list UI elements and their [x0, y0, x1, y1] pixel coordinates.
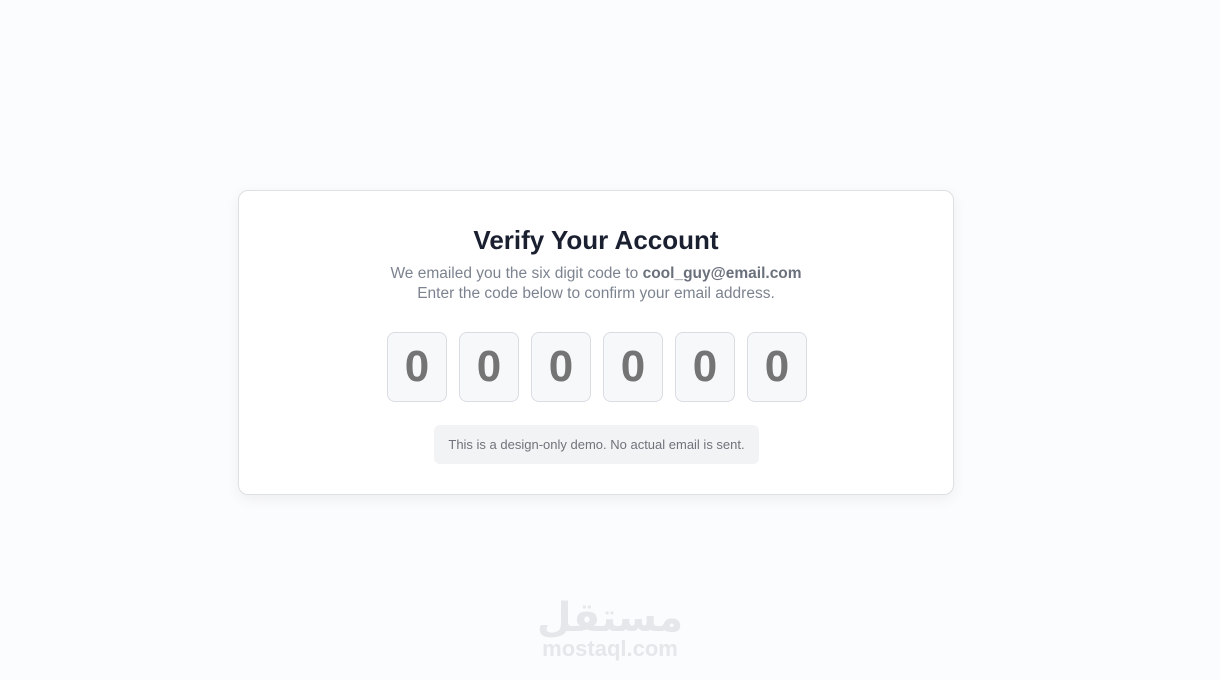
watermark-logo: مستقل mostaql.com: [510, 594, 710, 660]
verify-card: Verify Your Account We emailed you the s…: [238, 190, 954, 495]
code-digit-input-1[interactable]: 0: [387, 332, 447, 402]
instructions: We emailed you the six digit code to coo…: [239, 264, 953, 304]
email-address: cool_guy@email.com: [642, 265, 802, 282]
page-title: Verify Your Account: [473, 225, 719, 255]
code-input-group: 0 0 0 0 0 0: [387, 332, 807, 402]
code-digit-input-2[interactable]: 0: [459, 332, 519, 402]
instructions-prefix: We emailed you the six digit code to: [390, 265, 643, 282]
code-digit-input-5[interactable]: 0: [675, 332, 735, 402]
code-digit-input-6[interactable]: 0: [747, 332, 807, 402]
demo-notice: This is a design-only demo. No actual em…: [434, 425, 759, 464]
code-digit-input-4[interactable]: 0: [603, 332, 663, 402]
code-digit-input-3[interactable]: 0: [531, 332, 591, 402]
watermark-arabic-text: مستقل: [536, 595, 684, 641]
instructions-line-2: Enter the code below to confirm your ema…: [417, 285, 775, 302]
instructions-line-1: We emailed you the six digit code to coo…: [239, 264, 953, 284]
